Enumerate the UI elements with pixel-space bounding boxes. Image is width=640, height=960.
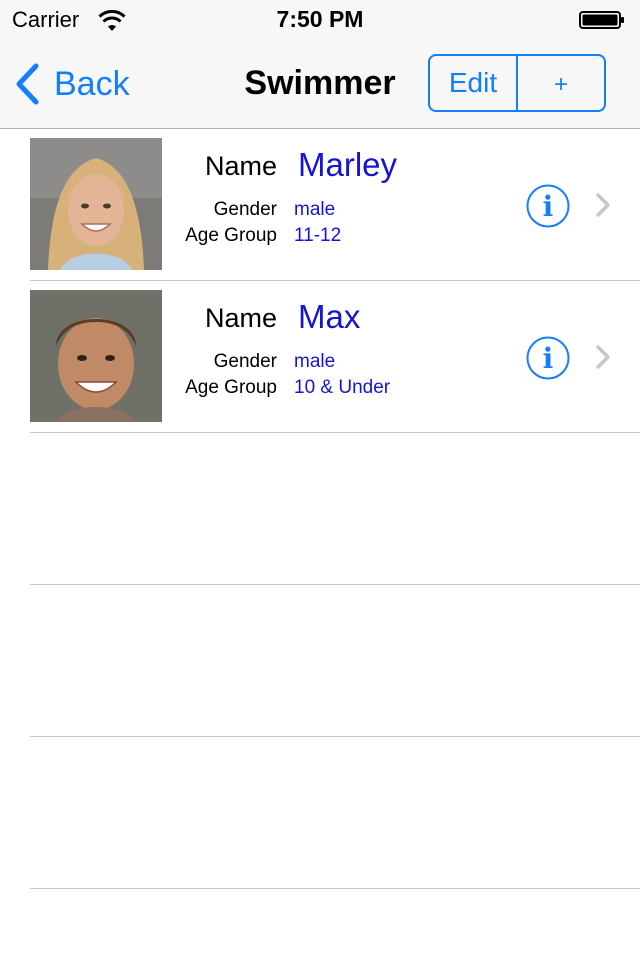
svg-text:i: i — [543, 190, 554, 223]
info-icon[interactable]: i — [526, 184, 570, 228]
swimmer-age-group: 10 & Under — [294, 377, 391, 398]
battery-icon — [579, 11, 624, 29]
add-button[interactable]: + — [518, 56, 604, 110]
swimmer-gender: male — [294, 351, 336, 372]
edit-add-segmented-control: Edit + — [428, 54, 606, 112]
chevron-right-icon — [596, 345, 610, 369]
swimmer-name: Max — [298, 298, 361, 335]
info-icon[interactable]: i — [526, 336, 570, 380]
swimmer-gender: male — [294, 199, 336, 220]
gender-label: Gender — [213, 351, 277, 372]
age-group-label: Age Group — [185, 225, 277, 246]
empty-table-row — [30, 585, 640, 737]
swimmer-table: Name Marley Gender male Age Group 11-12 … — [0, 129, 640, 889]
table-row[interactable]: Name Max Gender male Age Group 10 & Unde… — [30, 281, 640, 433]
svg-text:i: i — [543, 342, 554, 375]
table-row[interactable]: Name Marley Gender male Age Group 11-12 … — [30, 129, 640, 281]
name-label: Name — [204, 151, 277, 181]
empty-table-row — [30, 433, 640, 585]
chevron-right-icon — [596, 193, 610, 217]
swimmer-age-group: 11-12 — [294, 225, 342, 246]
gender-label: Gender — [213, 199, 277, 220]
navigation-bar: Back Swimmer Edit + — [0, 40, 640, 129]
status-bar: Carrier 7:50 PM — [0, 0, 640, 40]
age-group-label: Age Group — [185, 377, 277, 398]
swimmer-name: Marley — [298, 146, 398, 183]
status-time: 7:50 PM — [276, 6, 364, 32]
empty-table-row — [30, 737, 640, 889]
edit-button[interactable]: Edit — [430, 56, 518, 110]
name-label: Name — [204, 303, 277, 333]
